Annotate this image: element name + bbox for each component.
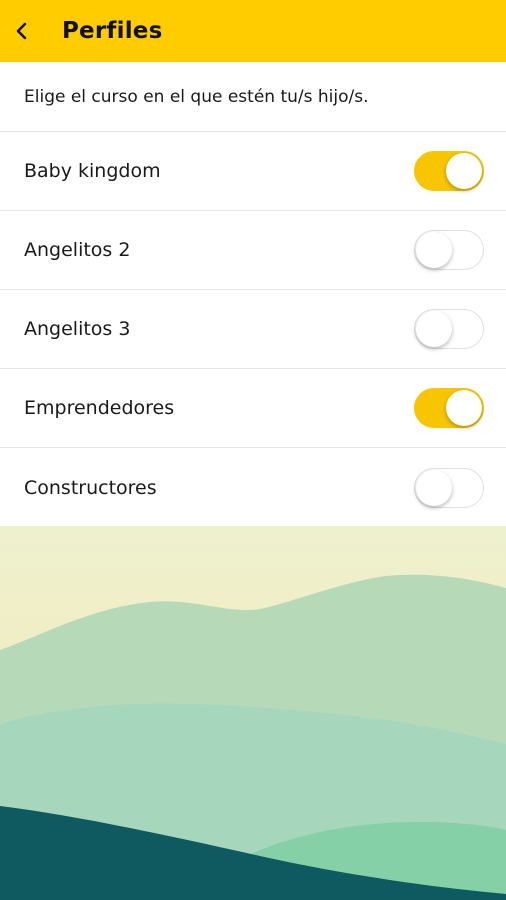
profile-label: Baby kingdom <box>24 160 161 182</box>
intro-text: Elige el curso en el que estén tu/s hijo… <box>0 62 506 132</box>
toggle-knob <box>416 469 452 506</box>
profile-row-angelitos-3: Angelitos 3 <box>0 290 506 369</box>
profile-toggle-angelitos-2[interactable] <box>414 230 484 270</box>
profile-label: Constructores <box>24 476 157 499</box>
profiles-panel: Elige el curso en el que estén tu/s hijo… <box>0 62 506 527</box>
profile-row-constructores: Constructores <box>0 448 506 527</box>
profile-toggle-angelitos-3[interactable] <box>414 309 484 349</box>
profile-toggle-constructores[interactable] <box>414 467 484 508</box>
toggle-knob <box>446 153 482 189</box>
back-button[interactable] <box>2 11 42 51</box>
profile-row-angelitos-2: Angelitos 2 <box>0 211 506 290</box>
profile-row-baby-kingdom: Baby kingdom <box>0 132 506 211</box>
toggle-knob <box>416 311 452 347</box>
profile-label: Angelitos 3 <box>24 318 131 340</box>
page-title: Perfiles <box>62 18 163 44</box>
toggle-knob <box>416 232 452 268</box>
profile-label: Emprendedores <box>24 397 175 419</box>
profile-toggle-emprendedores[interactable] <box>414 388 484 428</box>
landscape-illustration <box>0 526 506 900</box>
profile-toggle-baby-kingdom[interactable] <box>414 151 484 191</box>
toggle-knob <box>446 390 482 426</box>
app-bar: Perfiles <box>0 0 506 62</box>
profile-label: Angelitos 2 <box>24 239 131 261</box>
profile-row-emprendedores: Emprendedores <box>0 369 506 448</box>
chevron-left-icon <box>14 21 30 41</box>
